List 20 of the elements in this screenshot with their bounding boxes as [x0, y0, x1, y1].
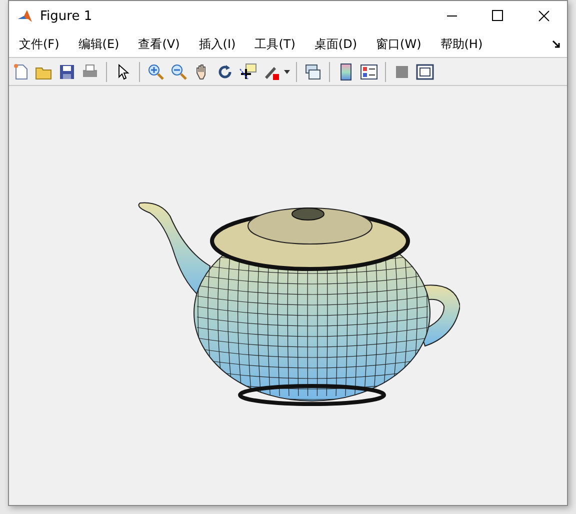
panel-icon[interactable] — [415, 62, 435, 82]
menu-item[interactable]: 查看(V) — [132, 33, 186, 55]
maximize-icon — [492, 10, 504, 22]
menu-item[interactable]: 插入(I) — [192, 33, 242, 55]
close-icon — [538, 10, 550, 22]
app-logo-icon — [17, 8, 33, 24]
menu-item[interactable]: 桌面(D) — [308, 33, 364, 55]
window-title: Figure 1 — [40, 8, 94, 24]
link-icon[interactable] — [303, 62, 323, 82]
dock-arrow-icon[interactable] — [552, 40, 561, 48]
menu-item[interactable]: 文件(F) — [13, 33, 66, 55]
menu-item[interactable]: 工具(T) — [248, 33, 302, 55]
caret-icon[interactable] — [284, 70, 290, 74]
zoom-in-icon[interactable] — [146, 62, 166, 82]
zoom-out-icon[interactable] — [169, 62, 189, 82]
legend-icon[interactable] — [359, 62, 379, 82]
data-cursor-icon[interactable] — [238, 62, 258, 82]
menu-item[interactable]: 窗口(W) — [370, 33, 428, 55]
menu-item[interactable]: 编辑(E) — [72, 33, 126, 55]
menu-item[interactable]: 帮助(H) — [434, 33, 489, 55]
